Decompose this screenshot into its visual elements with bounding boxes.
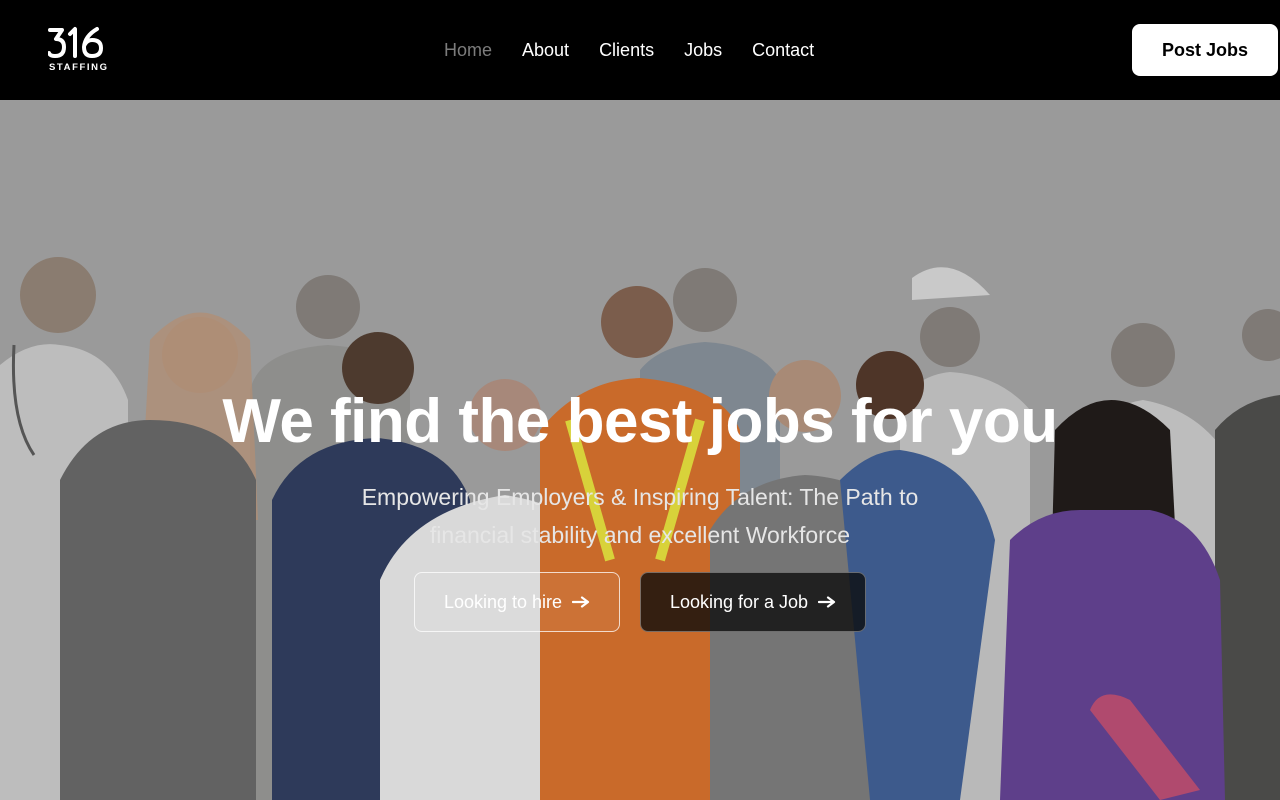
arrow-right-icon [818,596,836,608]
hero-section: We find the best jobs for you Empowering… [0,100,1280,800]
nav-home[interactable]: Home [444,38,492,62]
looking-to-hire-button[interactable]: Looking to hire [414,572,620,632]
post-jobs-button[interactable]: Post Jobs [1132,24,1278,76]
looking-for-job-button[interactable]: Looking for a Job [640,572,866,632]
nav-clients[interactable]: Clients [599,38,654,62]
navbar: STAFFING Home About Clients Jobs Contact… [0,0,1280,100]
nav-contact[interactable]: Contact [752,38,814,62]
hero-title: We find the best jobs for you [222,387,1058,456]
nav-about[interactable]: About [522,38,569,62]
nav-jobs[interactable]: Jobs [684,38,722,62]
main-nav: Home About Clients Jobs Contact [444,38,814,62]
brand-logo[interactable]: STAFFING [48,26,108,74]
hero-subtitle: Empowering Employers & Inspiring Talent:… [361,484,919,548]
arrow-right-icon [572,596,590,608]
looking-for-job-label: Looking for a Job [669,591,809,612]
logo-mark-icon [48,27,103,58]
looking-to-hire-label: Looking to hire [443,591,563,612]
logo-subtitle: STAFFING [49,62,109,73]
